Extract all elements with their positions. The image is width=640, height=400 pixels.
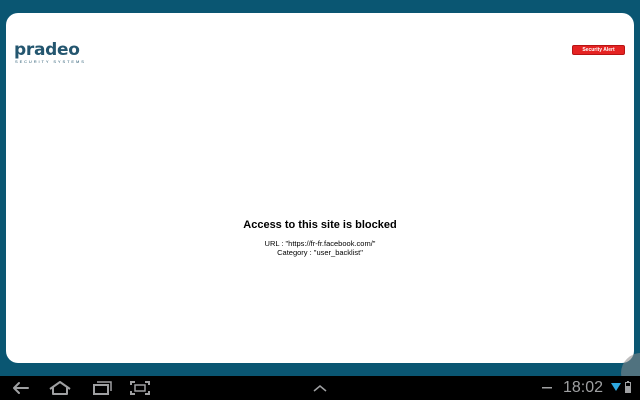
brand-name: pradeo bbox=[14, 40, 80, 60]
screen: pradeo SECURITY SYSTEMS Security Alert A… bbox=[0, 0, 640, 400]
browser-content: pradeo SECURITY SYSTEMS Security Alert A… bbox=[6, 13, 634, 363]
pradeo-logo: pradeo SECURITY SYSTEMS bbox=[14, 41, 86, 64]
home-button[interactable] bbox=[47, 379, 73, 397]
security-alert-button[interactable]: Security Alert bbox=[572, 45, 625, 55]
minus-icon bbox=[542, 387, 552, 389]
system-navigation-bar: 18:02 bbox=[0, 376, 640, 400]
back-button[interactable] bbox=[8, 379, 34, 397]
wifi-icon bbox=[611, 383, 621, 391]
recent-apps-icon bbox=[93, 381, 112, 395]
block-title: Access to this site is blocked bbox=[243, 219, 397, 231]
screenshot-icon bbox=[130, 381, 150, 395]
brand-tagline: SECURITY SYSTEMS bbox=[15, 59, 86, 64]
battery-icon bbox=[625, 381, 631, 393]
menu-up-icon bbox=[313, 385, 327, 392]
blocked-category: Category : "user_backlist" bbox=[277, 248, 363, 257]
recent-apps-button[interactable] bbox=[88, 379, 114, 397]
menu-up-button[interactable] bbox=[307, 379, 333, 397]
block-message: Access to this site is blocked URL : "ht… bbox=[6, 218, 634, 257]
home-icon bbox=[49, 381, 71, 395]
back-icon bbox=[13, 382, 29, 394]
screenshot-button[interactable] bbox=[127, 379, 153, 397]
clock: 18:02 bbox=[563, 379, 604, 396]
blocked-url: URL : "https://fr-fr.facebook.com/" bbox=[264, 239, 376, 248]
